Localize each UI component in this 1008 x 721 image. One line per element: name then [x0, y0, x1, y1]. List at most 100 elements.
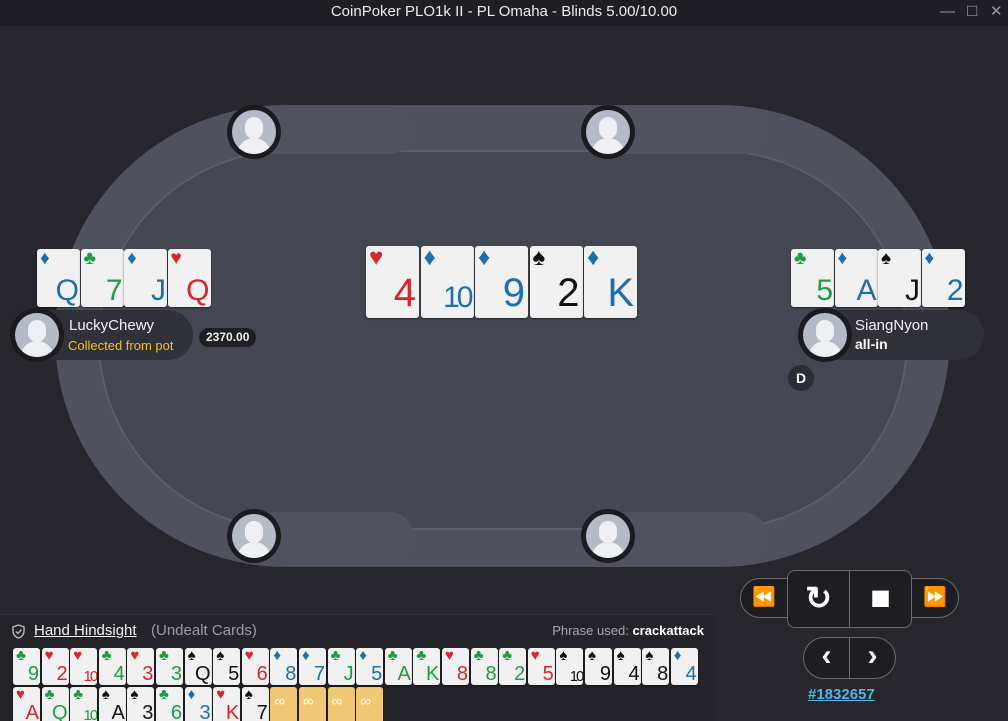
diamond-suit-icon: ♦: [273, 648, 282, 664]
spade-suit-icon: ♠: [216, 648, 225, 664]
left-player-stack: 2370.00: [199, 328, 257, 347]
spade-suit-icon: ♠: [588, 648, 596, 664]
diamond-suit-icon: ♦: [478, 246, 491, 271]
card-rank: 7: [256, 702, 268, 721]
playing-card: ♥ 10: [70, 648, 98, 685]
card-rank: 8: [285, 663, 297, 685]
right-player-avatar-icon[interactable]: [798, 308, 852, 362]
card-rank: 2: [56, 663, 68, 685]
left-player-status: Collected from pot: [68, 338, 174, 353]
playing-card: ♣ 10: [70, 687, 98, 721]
replay-button[interactable]: ↻: [787, 570, 850, 628]
heart-suit-icon: ♥: [216, 687, 226, 703]
card-rank: 8: [657, 663, 669, 685]
card-back-icon: ∞: [360, 693, 371, 710]
left-player-avatar-icon[interactable]: [10, 308, 64, 362]
hand-id-link[interactable]: #1832657: [808, 686, 875, 703]
empty-seat-avatar-icon[interactable]: [581, 105, 635, 159]
playing-card: ♠ J: [878, 249, 921, 307]
empty-seat-avatar-icon[interactable]: [227, 105, 281, 159]
card-rank: 4: [393, 271, 416, 315]
club-suit-icon: ♣: [473, 648, 484, 664]
playing-card: ♦ 8: [270, 648, 298, 685]
heart-suit-icon: ♥: [73, 648, 83, 664]
card-rank: K: [607, 271, 634, 315]
hidden-card: ∞: [270, 687, 298, 721]
right-player-status: all-in: [855, 336, 888, 352]
stop-button[interactable]: ■: [849, 570, 912, 628]
fast-forward-button[interactable]: ⏩: [911, 578, 959, 618]
minimize-button[interactable]: —: [940, 3, 955, 21]
diamond-suit-icon: ♦: [127, 249, 137, 269]
card-rank: A: [111, 702, 125, 721]
diamond-suit-icon: ♦: [187, 687, 196, 703]
playing-card: ♣ J: [327, 648, 355, 685]
card-rank: A: [25, 702, 39, 721]
hidden-card: ∞: [299, 687, 326, 721]
empty-seat-avatar-icon[interactable]: [581, 509, 635, 563]
playing-card: ♣ A: [384, 648, 412, 685]
title-bar: CoinPoker PLO1k II - PL Omaha - Blinds 5…: [0, 0, 1008, 26]
playing-card: ♣ Q: [41, 687, 69, 721]
card-rank: A: [856, 274, 877, 307]
card-rank: 7: [313, 663, 325, 685]
card-rank: 3: [170, 663, 182, 685]
playing-card: ♣ 5: [791, 249, 834, 307]
playing-card: ♦ 10: [420, 246, 474, 318]
card-rank: 2: [514, 663, 526, 685]
empty-seat-avatar-icon[interactable]: [227, 509, 281, 563]
playing-card: ♥ K: [213, 687, 241, 721]
diamond-suit-icon: ♦: [924, 249, 935, 269]
playing-card: ♠ 7: [241, 687, 269, 721]
heart-suit-icon: ♥: [369, 246, 384, 271]
spade-suit-icon: ♠: [101, 687, 110, 703]
previous-step-button[interactable]: ‹: [803, 637, 850, 679]
playing-card: ♦ 3: [184, 687, 212, 721]
playing-card: ♠ Q: [184, 648, 212, 685]
window-title: CoinPoker PLO1k II - PL Omaha - Blinds 5…: [330, 3, 678, 20]
playing-card: ♦ Q: [37, 249, 80, 307]
card-rank: 7: [105, 274, 123, 307]
playing-card: ♥ Q: [167, 249, 211, 307]
card-rank: A: [397, 663, 411, 685]
card-rank: Q: [52, 702, 68, 721]
close-button[interactable]: ✕: [990, 3, 1003, 21]
playing-card: ♦ A: [834, 249, 878, 307]
club-suit-icon: ♣: [387, 648, 398, 664]
card-rank: 10: [83, 668, 98, 685]
card-back-icon: ∞: [274, 693, 286, 710]
playing-card: ♦ J: [124, 249, 167, 307]
playing-card: ♣ 2: [499, 648, 527, 685]
card-rank: 3: [199, 702, 211, 721]
playing-card: ♣ 8: [470, 648, 498, 685]
playing-card: ♣ K: [413, 648, 441, 685]
card-rank: 10: [443, 281, 473, 314]
hindsight-title-link[interactable]: Hand Hindsight: [34, 622, 137, 639]
left-player-name: LuckyChewy: [69, 317, 155, 334]
card-rank: 5: [816, 274, 833, 307]
maximize-button[interactable]: □: [967, 2, 977, 20]
card-rank: K: [225, 702, 240, 721]
club-suit-icon: ♣: [159, 648, 169, 664]
card-rank: 4: [113, 663, 125, 685]
card-rank: 3: [142, 702, 154, 721]
card-rank: 9: [27, 663, 39, 685]
rewind-button[interactable]: ⏪: [740, 578, 788, 618]
club-suit-icon: ♣: [44, 687, 55, 703]
diamond-suit-icon: ♦: [837, 249, 848, 269]
card-rank: Q: [55, 274, 79, 307]
shield-icon: [12, 624, 25, 639]
hand-hindsight-panel: Hand Hindsight (Undealt Cards) Phrase us…: [0, 614, 716, 721]
heart-suit-icon: ♥: [130, 648, 140, 664]
heart-suit-icon: ♥: [44, 648, 54, 664]
club-suit-icon: ♣: [83, 249, 96, 269]
next-step-button[interactable]: ›: [849, 637, 896, 679]
card-rank: J: [905, 274, 920, 307]
playing-card: ♦ 2: [921, 249, 965, 307]
card-rank: 4: [685, 663, 697, 685]
card-rank: 9: [502, 271, 525, 315]
heart-suit-icon: ♥: [244, 648, 254, 664]
card-rank: 8: [485, 663, 497, 685]
playing-card: ♣ 3: [156, 648, 183, 685]
card-rank: 6: [170, 702, 182, 721]
